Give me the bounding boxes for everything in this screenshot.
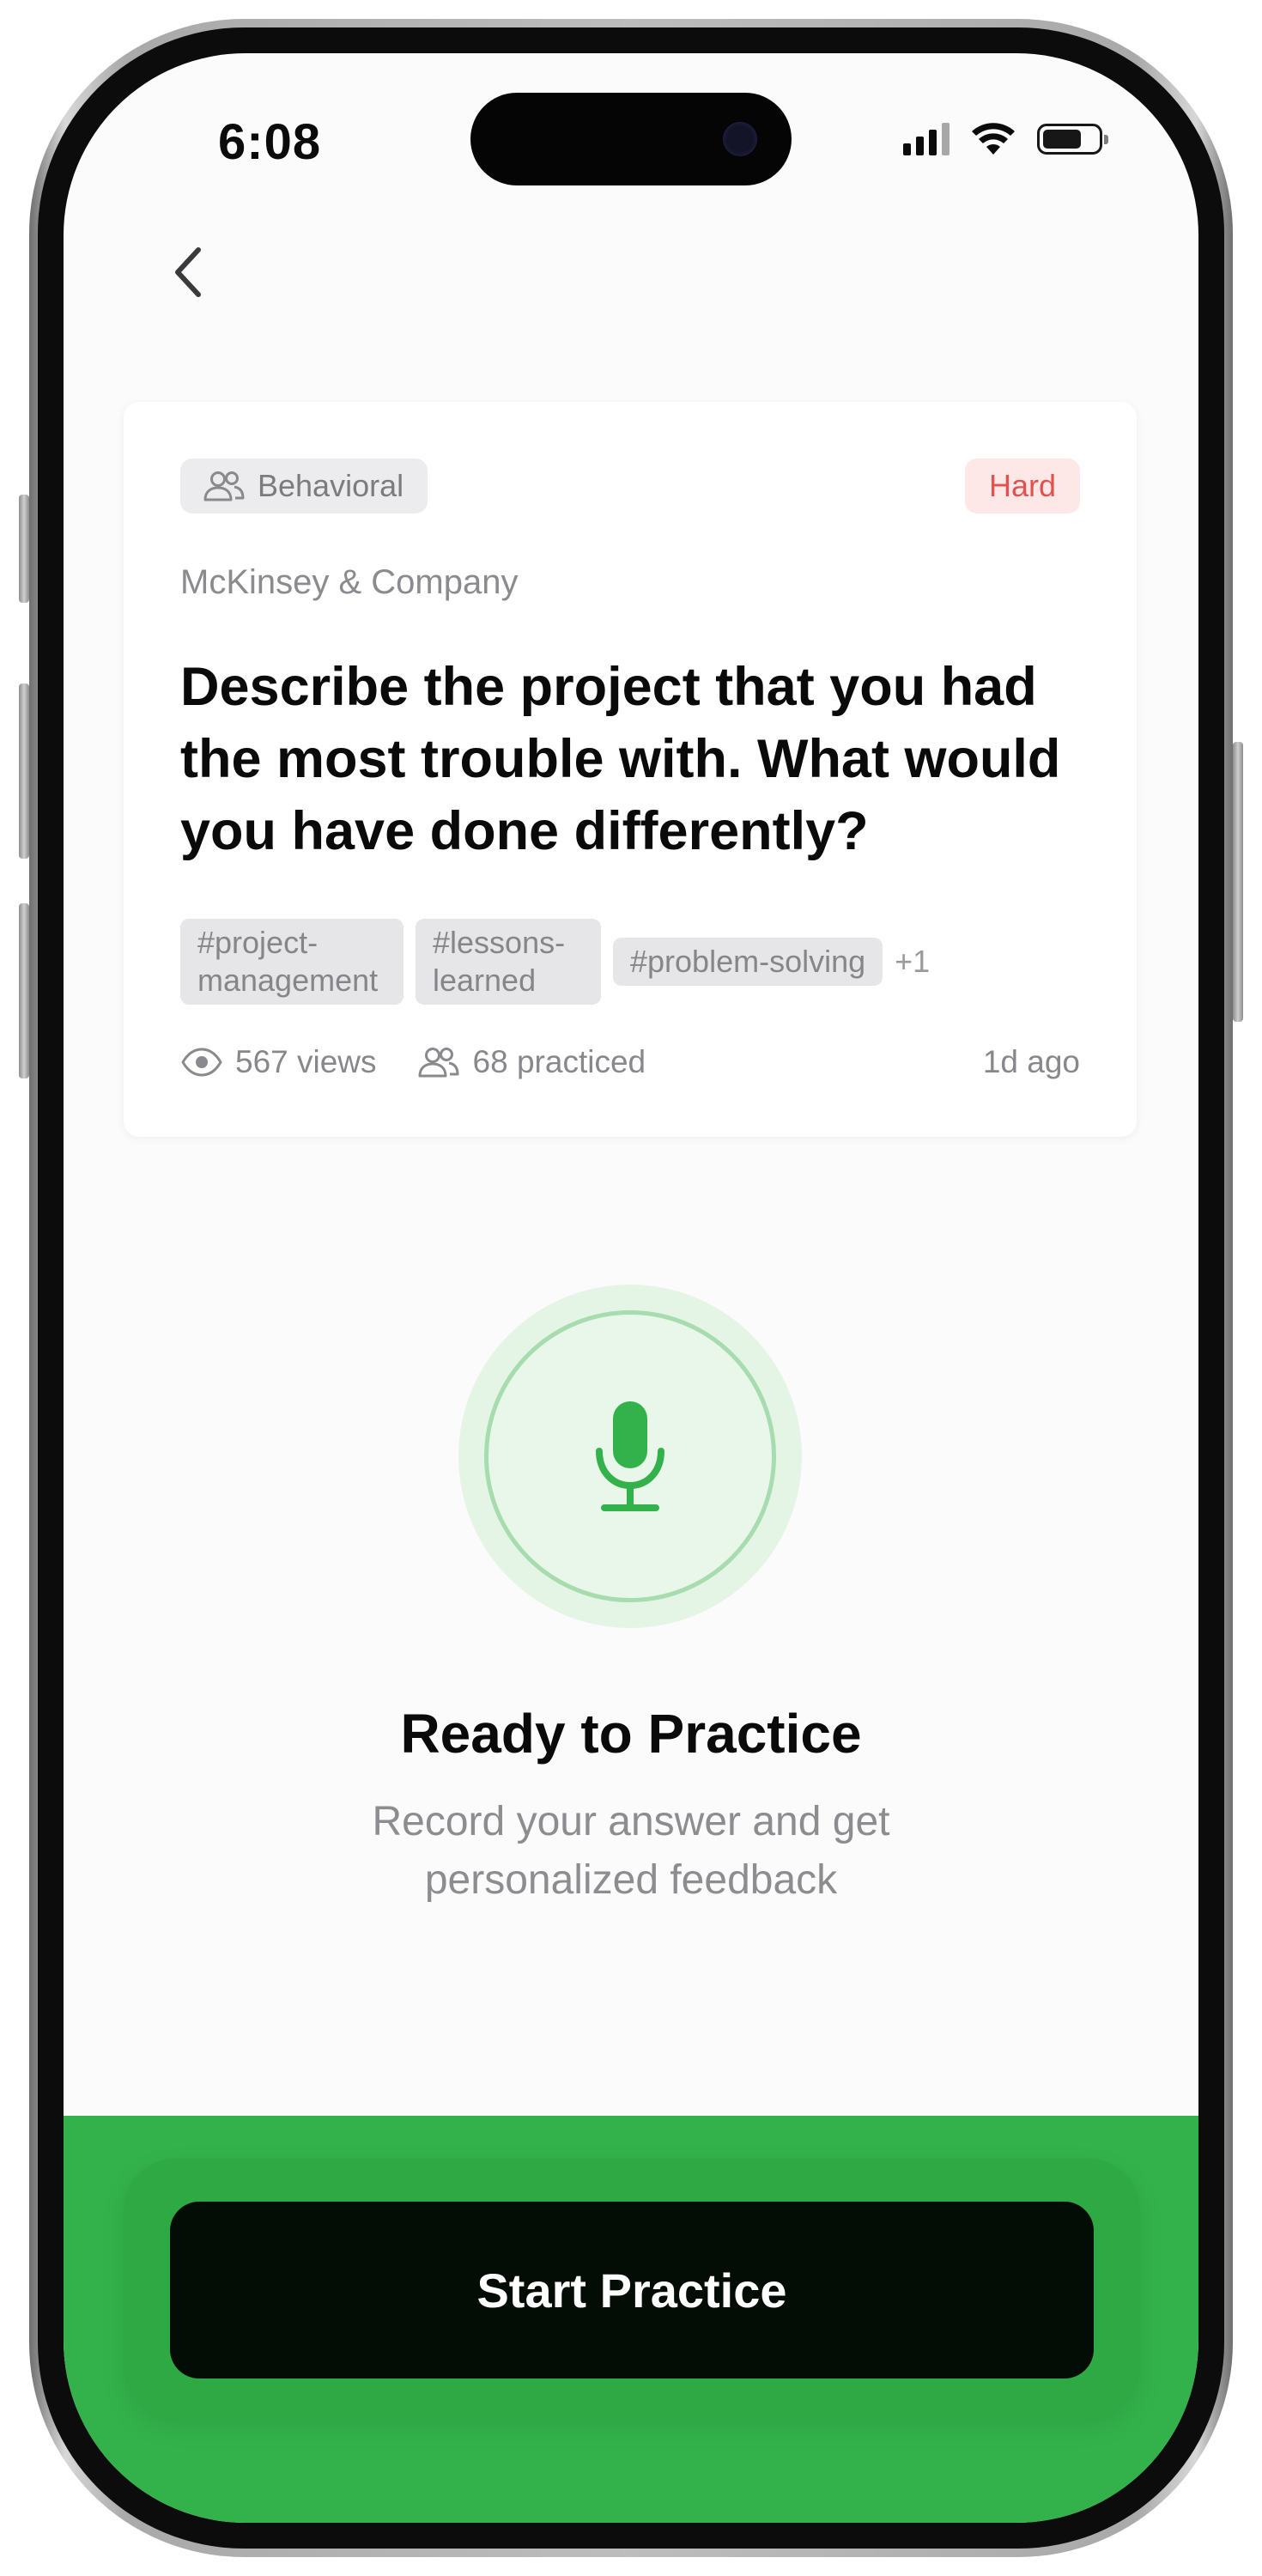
- power-button: [1233, 742, 1243, 1022]
- volume-down-button: [19, 903, 29, 1078]
- volume-up-button: [19, 683, 29, 859]
- question-text: Describe the project that you had the mo…: [180, 657, 1061, 861]
- wifi-icon: [972, 123, 1015, 155]
- status-icons: [903, 122, 1108, 156]
- category-badge: Behavioral: [180, 459, 428, 513]
- question-card[interactable]: Behavioral Hard McKinsey & Company Descr…: [124, 402, 1137, 1137]
- battery-icon: [1037, 124, 1108, 155]
- action-button: [19, 495, 29, 603]
- practice-title: Ready to Practice: [400, 1703, 862, 1765]
- app-screen: 6:08 Behavioral Hard McKinsey & Company …: [64, 53, 1198, 2523]
- eye-icon: [181, 1048, 222, 1077]
- tag-chip[interactable]: #problem-solving: [613, 938, 883, 986]
- back-button[interactable]: [149, 234, 227, 311]
- dynamic-island: [470, 93, 792, 185]
- question-stats: 567 views 68 practiced 1d ago: [180, 1044, 1080, 1080]
- cellular-signal-icon: [903, 123, 950, 155]
- views-stat: 567 views: [180, 1044, 377, 1080]
- tag-list: #project-management #lessons-learned #pr…: [180, 919, 930, 1005]
- tag-chip[interactable]: #project-management: [180, 919, 403, 1005]
- status-time: 6:08: [218, 114, 322, 170]
- company-name: McKinsey & Company: [180, 563, 519, 601]
- microphone-icon: [596, 1401, 664, 1511]
- front-camera: [723, 122, 757, 156]
- difficulty-badge: Hard: [964, 459, 1080, 513]
- category-label: Behavioral: [258, 468, 404, 503]
- practiced-stat: 68 practiced: [416, 1044, 646, 1080]
- more-tags-count[interactable]: +1: [895, 944, 930, 980]
- practice-subtitle: Record your answer and get personalized …: [372, 1799, 890, 1903]
- views-count: 567 views: [235, 1044, 377, 1079]
- people-icon: [418, 1048, 459, 1078]
- people-icon: [203, 471, 245, 501]
- start-practice-button[interactable]: Start Practice: [170, 2202, 1094, 2379]
- record-button[interactable]: [484, 1310, 776, 1602]
- practiced-count: 68 practiced: [472, 1044, 646, 1079]
- bottom-action-bar: Start Practice: [64, 2116, 1198, 2523]
- posted-time: 1d ago: [982, 1044, 1080, 1079]
- tag-chip[interactable]: #lessons-learned: [416, 919, 601, 1005]
- chevron-left-icon: [175, 247, 201, 297]
